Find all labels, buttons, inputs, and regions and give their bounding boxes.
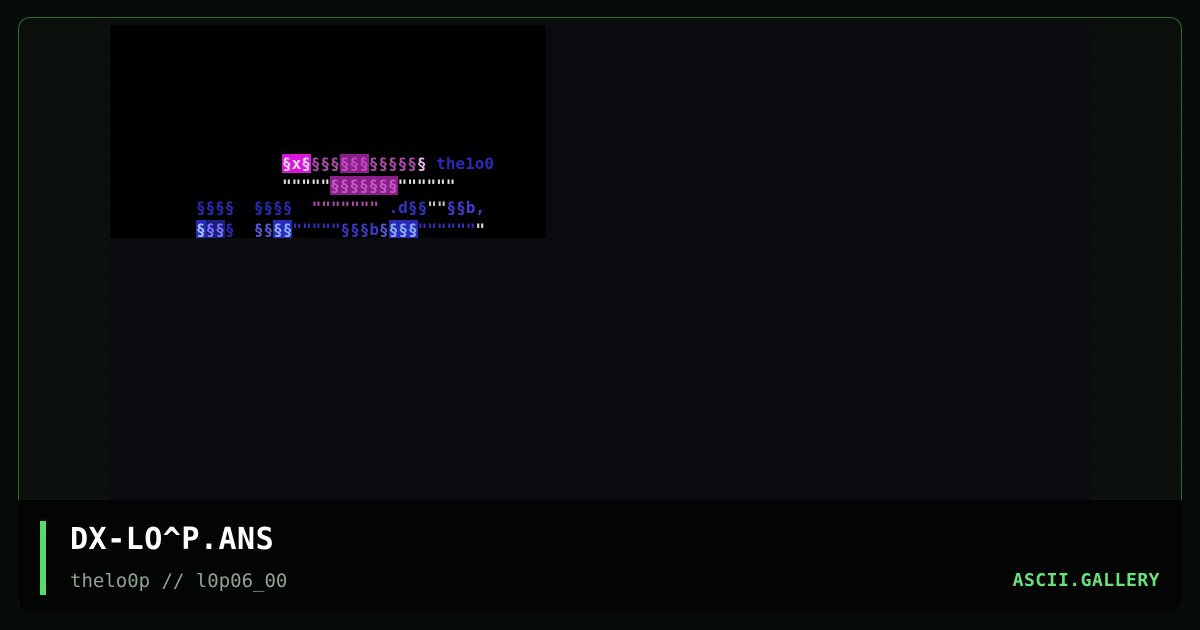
artwork-segment: """"" xyxy=(292,220,341,238)
artwork-segment: §§ xyxy=(273,220,293,238)
artwork-segment: §§§§ §§§§ xyxy=(196,198,312,217)
artwork-line: """""§§§§§§§"""""" xyxy=(282,175,455,197)
artwork-segment: §§§§§ xyxy=(368,154,417,173)
artwork-credit: thelo0p // l0p06_00 xyxy=(70,570,288,592)
artwork-segment: § xyxy=(379,220,389,238)
artwork-segment: §§§ xyxy=(339,154,369,173)
artwork-segment: """"" xyxy=(282,176,331,195)
artwork-segment: §§ xyxy=(205,220,225,238)
artwork-segment: § xyxy=(416,154,427,173)
artwork-segment: §x§ xyxy=(282,154,311,173)
artwork-segment: """""" xyxy=(417,220,476,238)
artwork-segment: §§§b xyxy=(340,220,380,238)
artwork-line: §x§§§§§§§§§§§§§ the1o0 xyxy=(282,153,494,175)
artwork-line: §§§§ §§§§ """"""" .d§§""§§b, xyxy=(196,197,485,219)
accent-bar xyxy=(40,521,46,595)
artwork-segment: §§§ xyxy=(310,154,340,173)
ansi-artwork: §x§§§§§§§§§§§§§ the1o0 """""§§§§§§§"""""… xyxy=(110,25,546,238)
artwork-segment: "" xyxy=(427,198,447,217)
artwork-segment: §§b, xyxy=(446,198,485,217)
site-brand[interactable]: ASCII.GALLERY xyxy=(1013,570,1160,591)
artwork-segment: """""" xyxy=(397,176,456,195)
info-footer: DX-LO^P.ANS thelo0p // l0p06_00 ASCII.GA… xyxy=(18,500,1182,612)
artwork-segment: " xyxy=(475,220,486,238)
artwork-title: DX-LO^P.ANS xyxy=(70,522,275,557)
artwork-segment: § xyxy=(224,220,254,238)
artwork-segment: """"""" xyxy=(311,198,380,217)
artwork-segment: §§ xyxy=(253,220,274,238)
artwork-segment: .d§§ xyxy=(379,198,428,217)
artwork-segment: § xyxy=(196,220,206,238)
artwork-segment: §§§ xyxy=(388,220,418,238)
artwork-viewport: §x§§§§§§§§§§§§§ the1o0 """""§§§§§§§"""""… xyxy=(110,25,1090,500)
artwork-segment: §§§§§§§ xyxy=(330,176,398,195)
artwork-line: §§§§ §§§§"""""§§§b§§§§""""""" xyxy=(196,219,485,238)
artwork-segment: the1o0 xyxy=(426,154,494,173)
